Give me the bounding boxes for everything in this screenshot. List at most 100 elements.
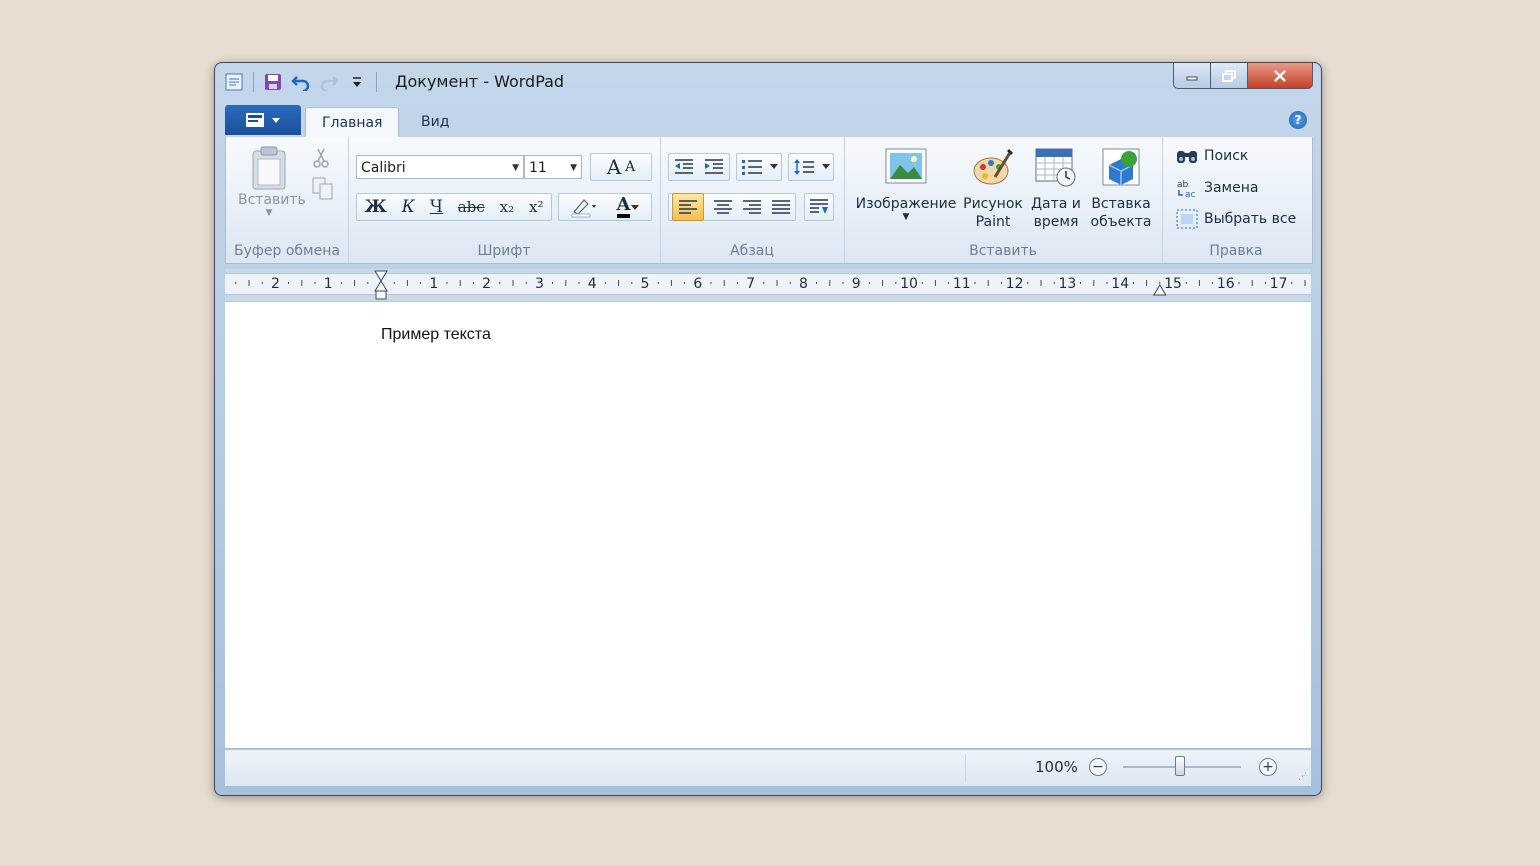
justify-icon[interactable] (771, 199, 791, 215)
bullets-button[interactable] (736, 153, 782, 181)
replace-label: Замена (1204, 180, 1259, 196)
paste-button[interactable]: Вставить ▼ (238, 145, 306, 218)
maximize-icon (1222, 69, 1236, 82)
chevron-down-icon: ▼ (570, 163, 577, 173)
close-button[interactable] (1248, 63, 1313, 89)
select-all-button[interactable]: Выбрать все (1176, 209, 1296, 229)
indent-buttons (668, 153, 730, 181)
chevron-down-icon: ▼ (265, 208, 273, 218)
paste-label: Вставить (238, 192, 306, 208)
insert-date-label-line1: Дата и (1031, 196, 1081, 212)
help-icon[interactable]: ? (1289, 111, 1307, 129)
zoom-level: 100% (1035, 758, 1078, 776)
zoom-out-button[interactable]: − (1089, 758, 1107, 776)
select-all-label: Выбрать все (1204, 211, 1297, 227)
font-color-button[interactable]: A (616, 196, 641, 218)
subscript-button[interactable]: x₂ (500, 198, 514, 216)
highlight-button[interactable] (570, 196, 596, 218)
group-clipboard: Вставить ▼ Буфер обмена (226, 137, 349, 263)
grow-font-button[interactable]: A (607, 155, 625, 179)
group-editing: Поиск ab ac Замена Выбрать все Правка (1162, 137, 1310, 263)
maximize-button[interactable] (1211, 63, 1248, 89)
resize-grip-icon[interactable]: ⋰ (1298, 772, 1307, 782)
italic-button[interactable]: К (402, 197, 415, 217)
ruler[interactable]: 2 1 1 2 3 4 5 6 7 8 9 10 11 12 13 14 15 16 17 (225, 269, 1311, 301)
ruler-label: 13 (1058, 276, 1076, 292)
wordpad-icon[interactable] (223, 71, 245, 93)
insert-paint-drawing-button[interactable]: Рисунок Paint (962, 147, 1024, 231)
outdent-icon[interactable] (673, 158, 695, 176)
ruler-label: 10 (900, 276, 918, 292)
insert-paint-label-line2: Paint (975, 214, 1011, 230)
font-size-combo[interactable]: 11 ▼ (524, 155, 582, 179)
align-right-icon[interactable] (742, 199, 762, 215)
svg-text:ab: ab (1177, 180, 1189, 190)
font-family-combo[interactable]: Calibri ▼ (356, 155, 524, 179)
insert-date-time-button[interactable]: Дата и время (1024, 147, 1088, 231)
ruler-label: 2 (482, 276, 491, 292)
group-label-insert: Вставить (969, 243, 1037, 259)
underline-button[interactable]: Ч (430, 197, 443, 217)
align-left-button[interactable] (672, 193, 705, 221)
superscript-button[interactable]: x² (529, 198, 543, 216)
align-center-icon[interactable] (713, 199, 733, 215)
ruler-label: 15 (1164, 276, 1182, 292)
file-menu-button[interactable] (225, 105, 301, 135)
scissors-icon (313, 148, 329, 168)
indent-icon[interactable] (703, 158, 725, 176)
left-indent-marker[interactable] (374, 270, 388, 292)
paint-palette-icon (973, 149, 1013, 185)
wordpad-window: Документ - WordPad Главная Вид ? Вставит… (214, 62, 1322, 796)
save-icon[interactable] (262, 71, 284, 93)
chevron-down-icon (272, 118, 280, 123)
ruler-label: 9 (852, 276, 861, 292)
strikethrough-button[interactable]: abc (458, 198, 485, 216)
undo-icon[interactable] (290, 71, 312, 93)
document-area[interactable]: Пример текста (225, 301, 1311, 748)
ruler-scale: 2 1 1 2 3 4 5 6 7 8 9 10 11 12 13 14 15 16 17 (235, 270, 1306, 300)
minimize-button[interactable] (1173, 63, 1211, 89)
qat-separator (253, 72, 254, 92)
document-text[interactable]: Пример текста (381, 326, 491, 344)
ribbon-home: Вставить ▼ Буфер обмена Calibri ▼ 11 ▼ A (225, 137, 1313, 264)
redo-icon[interactable] (318, 71, 340, 93)
font-color-buttons: A (558, 193, 652, 221)
shrink-font-button[interactable]: A (625, 159, 635, 175)
ruler-label: 7 (746, 276, 755, 292)
replace-icon: abac (1177, 180, 1196, 198)
ruler-label: 1 (429, 276, 438, 292)
replace-button[interactable]: ab ac Замена (1176, 178, 1258, 198)
font-size-buttons: A A (590, 153, 652, 181)
close-icon (1274, 69, 1286, 82)
ruler-label: 1 (324, 276, 333, 292)
font-family-value: Calibri (361, 160, 406, 176)
find-button[interactable]: Поиск (1176, 147, 1248, 165)
qat-dropdown-icon[interactable] (346, 71, 368, 93)
zoom-in-button[interactable]: + (1259, 758, 1277, 776)
image-icon (885, 148, 927, 184)
cut-button[interactable] (312, 147, 330, 173)
chevron-down-icon (821, 164, 830, 169)
line-spacing-button[interactable] (788, 153, 834, 181)
chevron-down-icon (631, 205, 640, 210)
bold-button[interactable]: Ж (364, 197, 386, 217)
insert-object-label-line1: Вставка (1091, 196, 1151, 212)
paragraph-settings-button[interactable] (804, 193, 834, 221)
file-menu-icon (246, 113, 264, 127)
chevron-down-icon: ▼ (902, 212, 910, 222)
clipboard-icon (252, 146, 286, 190)
minimize-icon (1186, 76, 1198, 80)
tab-view[interactable]: Вид (405, 107, 465, 137)
insert-date-label-line2: время (1033, 214, 1079, 230)
qat-separator (376, 72, 377, 92)
insert-object-button[interactable]: Вставка объекта (1088, 147, 1154, 231)
left-indent-box-marker[interactable] (375, 290, 387, 300)
title-bar[interactable]: Документ - WordPad (215, 63, 1321, 101)
group-insert: Изображение ▼ Рисунок Paint Дата и время… (844, 137, 1163, 263)
tab-home[interactable]: Главная (305, 107, 400, 138)
insert-paint-label-line1: Рисунок (963, 196, 1023, 212)
insert-image-button[interactable]: Изображение ▼ (852, 147, 960, 222)
copy-button[interactable] (312, 177, 334, 205)
zoom-slider-thumb[interactable] (1175, 756, 1185, 776)
insert-image-label: Изображение (855, 196, 957, 212)
